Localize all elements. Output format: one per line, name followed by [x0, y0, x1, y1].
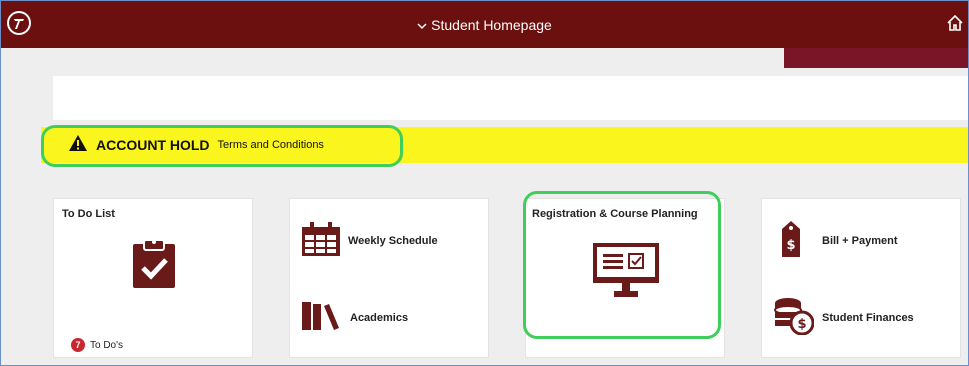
- tile-registration-course-planning[interactable]: Registration & Course Planning: [525, 198, 725, 358]
- student-finances-label: Student Finances: [822, 311, 914, 324]
- svg-text:$: $: [786, 238, 795, 253]
- svg-text:$: $: [797, 317, 806, 332]
- academics-label: Academics: [350, 311, 409, 324]
- tile-title: To Do List: [62, 208, 115, 220]
- page-title: Student Homepage: [431, 16, 552, 33]
- app-window: Student Homepage ACCOUNT HOLD Terms and …: [0, 0, 969, 366]
- warning-icon: [68, 134, 88, 157]
- accent-bar: [784, 48, 968, 68]
- home-icon[interactable]: [946, 14, 964, 37]
- price-tag-dollar-icon: $: [782, 221, 800, 260]
- todo-count[interactable]: 7 To Do's: [71, 338, 123, 352]
- account-hold-title: ACCOUNT HOLD: [96, 137, 210, 153]
- header-bar: Student Homepage: [1, 1, 968, 48]
- student-finances-link[interactable]: $ Student Finances: [774, 297, 914, 338]
- tile-schedule-academics: Weekly Schedule Academics: [289, 198, 489, 358]
- books-icon: [302, 302, 340, 333]
- page-title-menu[interactable]: Student Homepage: [1, 1, 968, 48]
- terms-and-conditions-link[interactable]: Terms and Conditions: [218, 139, 324, 151]
- tile-to-do-list[interactable]: To Do List: [53, 198, 253, 358]
- weekly-schedule-label: Weekly Schedule: [348, 234, 438, 247]
- bill-payment-label: Bill + Payment: [822, 234, 898, 247]
- banner-area: [53, 76, 968, 120]
- bill-payment-link[interactable]: $ Bill + Payment: [782, 221, 898, 260]
- todo-count-label: To Do's: [90, 339, 124, 351]
- monitor-checklist-icon: [593, 243, 659, 304]
- weekly-schedule-link[interactable]: Weekly Schedule: [302, 222, 438, 259]
- academics-link[interactable]: Academics: [302, 302, 408, 333]
- coins-dollar-icon: $: [774, 297, 815, 338]
- clipboard-check-icon: [133, 238, 175, 293]
- tile-finances: $ Bill + Payment $ Student Finances: [761, 198, 961, 358]
- todo-count-badge: 7: [71, 338, 85, 352]
- tile-title: Registration & Course Planning: [532, 208, 698, 220]
- account-hold-alert: ACCOUNT HOLD Terms and Conditions: [41, 127, 968, 163]
- calendar-icon: [302, 222, 340, 259]
- chevron-down-icon: [417, 17, 427, 33]
